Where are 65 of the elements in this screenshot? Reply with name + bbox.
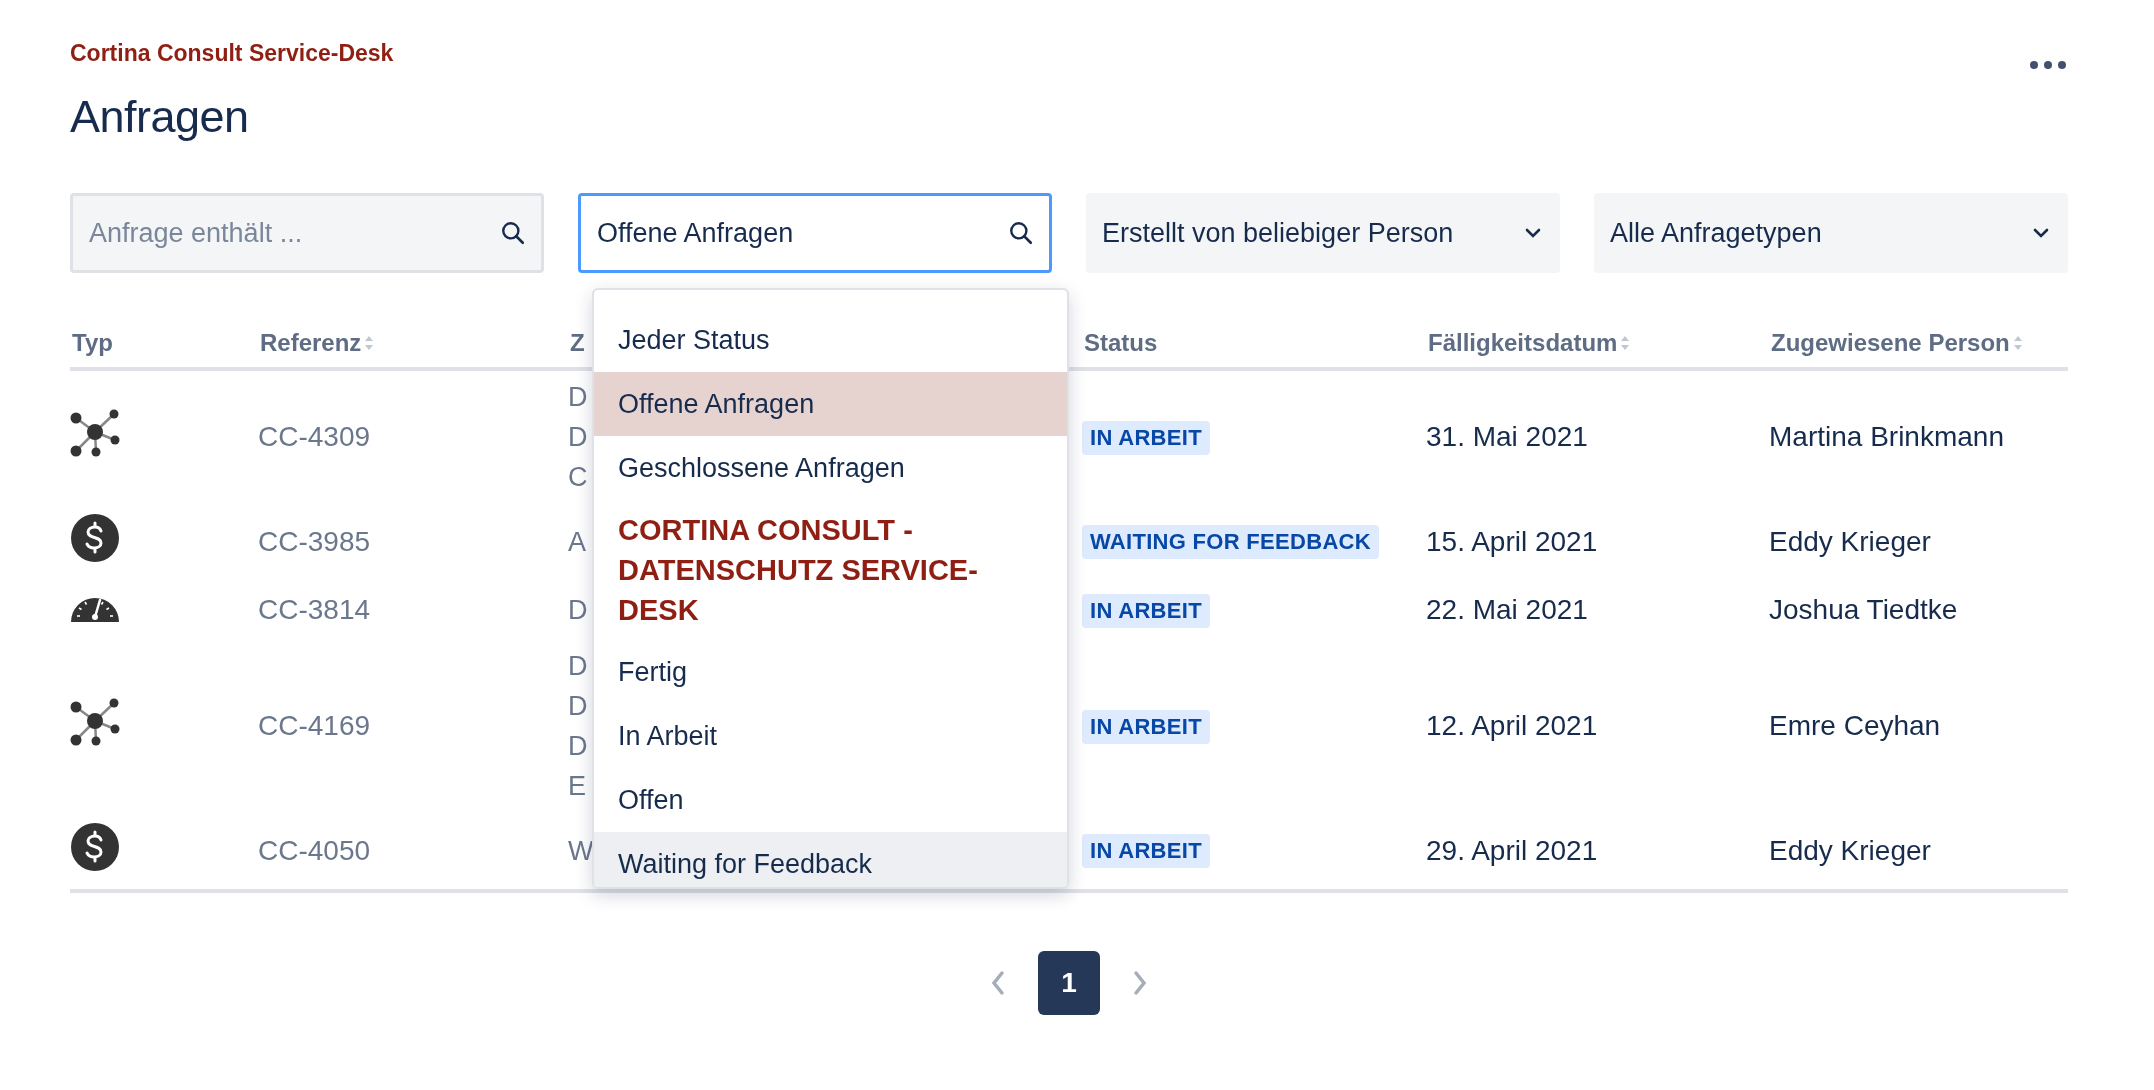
search-field[interactable]: Offene Anfragen xyxy=(578,193,1052,273)
reference-link[interactable]: CC-4169 xyxy=(258,710,371,741)
summary-text: D xyxy=(568,381,588,414)
service-desk-name: Cortina Consult Service-Desk xyxy=(70,40,394,67)
summary-text: D xyxy=(568,421,588,454)
sort-icon[interactable] xyxy=(1620,335,1631,351)
due-date: 29. April 2021 xyxy=(1426,834,1598,866)
menu-option[interactable]: Offene Anfragen xyxy=(594,372,1067,436)
search-icon xyxy=(500,220,526,246)
column-header[interactable]: Zugewiesene Person xyxy=(1771,329,2023,357)
previous-page-icon[interactable] xyxy=(990,970,1006,996)
reference-link[interactable]: CC-4050 xyxy=(258,834,371,866)
sort-icon[interactable] xyxy=(364,335,375,351)
menu-group-heading: CORTINA CONSULT - DATENSCHUTZ SERVICE-DESK xyxy=(594,500,1067,640)
assignee-name: Joshua Tiedtke xyxy=(1769,594,1958,625)
reference-link[interactable]: CC-4309 xyxy=(258,421,371,452)
search-icon xyxy=(1008,220,1034,246)
status-badge: WAITING FOR FEEDBACK xyxy=(1082,525,1379,559)
more-options-icon[interactable] xyxy=(2028,60,2068,70)
menu-option[interactable]: Waiting for Feedback xyxy=(594,832,1067,887)
due-date: 22. Mai 2021 xyxy=(1426,594,1588,625)
summary-text: W xyxy=(568,834,594,868)
page-button[interactable]: 1 xyxy=(1038,951,1100,1015)
column-header: Z xyxy=(570,329,585,357)
page-title: Anfragen xyxy=(70,91,250,143)
column-header: Status xyxy=(1084,329,1158,357)
status-badge: IN ARBEIT xyxy=(1082,834,1210,868)
menu-option[interactable]: Jeder Status xyxy=(594,308,1067,372)
summary-text: C xyxy=(568,461,588,494)
chevron-down-icon xyxy=(2032,227,2050,239)
assignee-name: Eddy Krieger xyxy=(1769,834,1931,866)
summary-text: A xyxy=(568,525,586,559)
network-icon xyxy=(70,408,120,459)
summary-text: D xyxy=(568,730,588,763)
status-badge: IN ARBEIT xyxy=(1082,709,1210,744)
summary-text: E xyxy=(568,770,586,803)
assignee-name: Eddy Krieger xyxy=(1769,525,1931,557)
due-date: 15. April 2021 xyxy=(1426,525,1598,557)
reference-link[interactable]: CC-3985 xyxy=(258,525,371,557)
assignee-name: Martina Brinkmann xyxy=(1769,421,2004,452)
column-header[interactable]: Referenz xyxy=(260,329,375,357)
search-field[interactable]: Anfrage enthält ... xyxy=(70,193,544,273)
select-field[interactable]: Erstellt von beliebiger Person xyxy=(1086,193,1560,273)
next-page-icon[interactable] xyxy=(1132,970,1148,996)
chevron-down-icon xyxy=(1524,227,1542,239)
reference-link[interactable]: CC-3814 xyxy=(258,594,371,625)
select-field[interactable]: Alle Anfragetypen xyxy=(1594,193,2068,273)
network-icon xyxy=(70,697,120,748)
due-date: 31. Mai 2021 xyxy=(1426,421,1588,452)
menu-option[interactable]: In Arbeit xyxy=(594,704,1067,768)
sort-icon[interactable] xyxy=(2012,335,2023,351)
status-badge: IN ARBEIT xyxy=(1082,593,1210,628)
dollar-icon xyxy=(70,822,120,872)
summary-text: D xyxy=(568,650,588,683)
dollar-icon xyxy=(70,513,120,563)
menu-option[interactable]: Fertig xyxy=(594,640,1067,704)
due-date: 12. April 2021 xyxy=(1426,710,1598,741)
column-header[interactable]: Fälligkeitsdatum xyxy=(1428,329,1631,357)
status-badge: IN ARBEIT xyxy=(1082,420,1210,455)
assignee-name: Emre Ceyhan xyxy=(1769,710,1941,741)
menu-option[interactable]: Geschlossene Anfragen xyxy=(594,436,1067,500)
column-header: Typ xyxy=(72,329,113,357)
summary-text: D xyxy=(568,690,588,723)
menu-option[interactable]: Offen xyxy=(594,768,1067,832)
summary-text: D xyxy=(568,594,588,627)
